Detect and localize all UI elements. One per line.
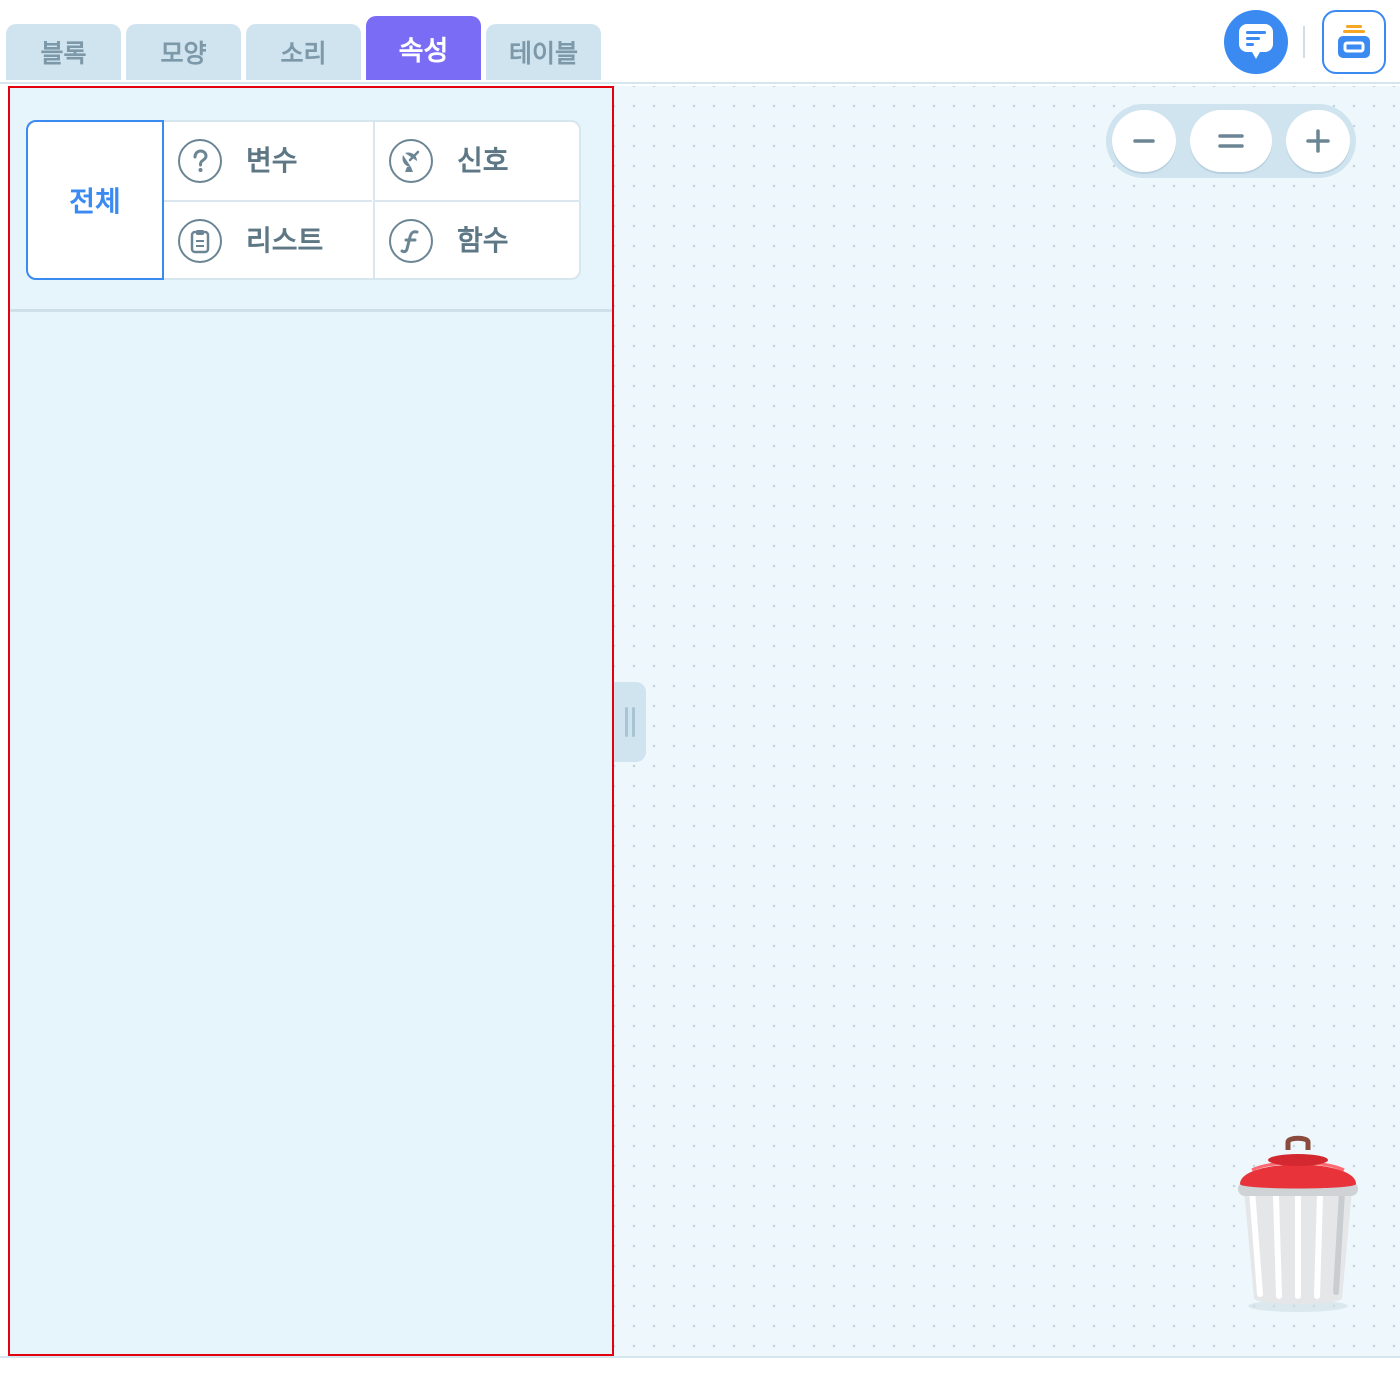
question-icon xyxy=(178,139,222,183)
storage-box-icon xyxy=(1338,25,1370,58)
category-list-label: 리스트 xyxy=(246,224,324,257)
category-signal-label: 신호 xyxy=(457,144,509,177)
plus-icon xyxy=(1306,129,1330,153)
category-signal-button[interactable]: 신호 xyxy=(373,122,581,200)
message-button[interactable] xyxy=(1224,10,1288,74)
tab-blocks[interactable]: 블록 xyxy=(6,24,121,80)
app-root: 블록 모양 소리 속성 테이블 전체 변수 신호 리스트 함수 xyxy=(0,0,1400,1378)
category-selector: 전체 변수 신호 리스트 함수 xyxy=(10,88,612,312)
zoom-controls xyxy=(1106,104,1356,178)
satellite-dish-icon xyxy=(389,139,433,183)
trash-can[interactable] xyxy=(1232,1134,1364,1316)
zoom-reset-button[interactable] xyxy=(1190,110,1272,172)
category-function-button[interactable]: 함수 xyxy=(373,200,581,278)
tab-shapes[interactable]: 모양 xyxy=(126,24,241,80)
storage-button[interactable] xyxy=(1322,10,1386,74)
category-function-label: 함수 xyxy=(457,224,509,257)
category-list-button[interactable]: 리스트 xyxy=(164,200,372,278)
block-palette: 전체 변수 신호 리스트 함수 xyxy=(8,86,614,1356)
trash-can-icon xyxy=(1238,1135,1358,1312)
clipboard-list-icon xyxy=(178,219,222,263)
tab-properties[interactable]: 속성 xyxy=(366,16,481,80)
tab-table[interactable]: 테이블 xyxy=(486,24,601,80)
function-icon xyxy=(389,219,433,263)
toolbar-divider xyxy=(1303,26,1305,58)
zoom-out-button[interactable] xyxy=(1112,110,1176,172)
category-grid: 전체 변수 신호 리스트 함수 xyxy=(26,120,581,280)
category-variable-label: 변수 xyxy=(246,144,298,177)
workspace-bottom-border xyxy=(0,1356,1400,1358)
category-variable-button[interactable]: 변수 xyxy=(164,122,372,200)
minus-icon xyxy=(1133,139,1155,143)
grip-icon xyxy=(625,707,635,737)
zoom-in-button[interactable] xyxy=(1286,110,1350,172)
category-all-button[interactable]: 전체 xyxy=(26,120,164,280)
tab-sounds[interactable]: 소리 xyxy=(246,24,361,80)
top-tab-bar: 블록 모양 소리 속성 테이블 xyxy=(0,0,1400,84)
equals-icon xyxy=(1218,134,1244,148)
chat-message-icon xyxy=(1239,24,1273,59)
palette-resize-handle[interactable] xyxy=(614,682,646,762)
